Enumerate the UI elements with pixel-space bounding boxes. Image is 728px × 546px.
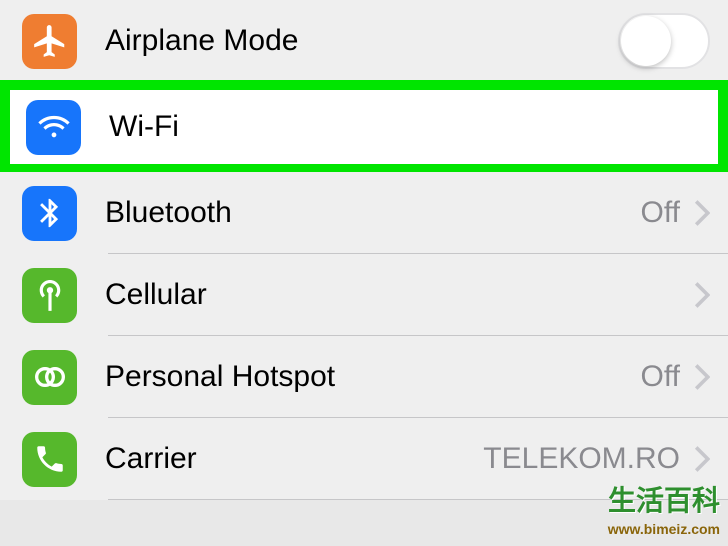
- hotspot-value: Off: [641, 360, 680, 394]
- cellular-label: Cellular: [105, 278, 690, 312]
- phone-icon: [22, 432, 77, 487]
- airplane-label: Airplane Mode: [105, 24, 618, 58]
- row-bluetooth[interactable]: Bluetooth Off: [0, 172, 728, 254]
- bluetooth-icon: [22, 186, 77, 241]
- row-hotspot[interactable]: Personal Hotspot Off: [0, 336, 728, 418]
- chevron-icon: [694, 282, 710, 308]
- bluetooth-value: Off: [641, 196, 680, 230]
- wifi-icon: [26, 100, 81, 155]
- chevron-icon: [694, 446, 710, 472]
- carrier-label: Carrier: [105, 442, 483, 476]
- settings-list: Airplane Mode Wi-Fi Bluetooth Off: [0, 0, 728, 500]
- hotspot-icon: [22, 350, 77, 405]
- wifi-label: Wi-Fi: [109, 110, 704, 144]
- row-airplane-mode[interactable]: Airplane Mode: [0, 0, 728, 82]
- watermark-url: www.bimeiz.com: [608, 520, 720, 538]
- watermark: 生活百科 www.bimeiz.com: [608, 483, 720, 538]
- airplane-icon: [22, 14, 77, 69]
- airplane-toggle[interactable]: [618, 13, 710, 69]
- chevron-icon: [694, 200, 710, 226]
- hotspot-label: Personal Hotspot: [105, 360, 641, 394]
- carrier-value: TELEKOM.RO: [483, 442, 680, 476]
- row-wifi[interactable]: Wi-Fi: [0, 80, 728, 174]
- toggle-knob: [621, 16, 671, 66]
- watermark-title: 生活百科: [608, 483, 720, 519]
- cellular-icon: [22, 268, 77, 323]
- bluetooth-label: Bluetooth: [105, 196, 641, 230]
- chevron-icon: [694, 364, 710, 390]
- row-cellular[interactable]: Cellular: [0, 254, 728, 336]
